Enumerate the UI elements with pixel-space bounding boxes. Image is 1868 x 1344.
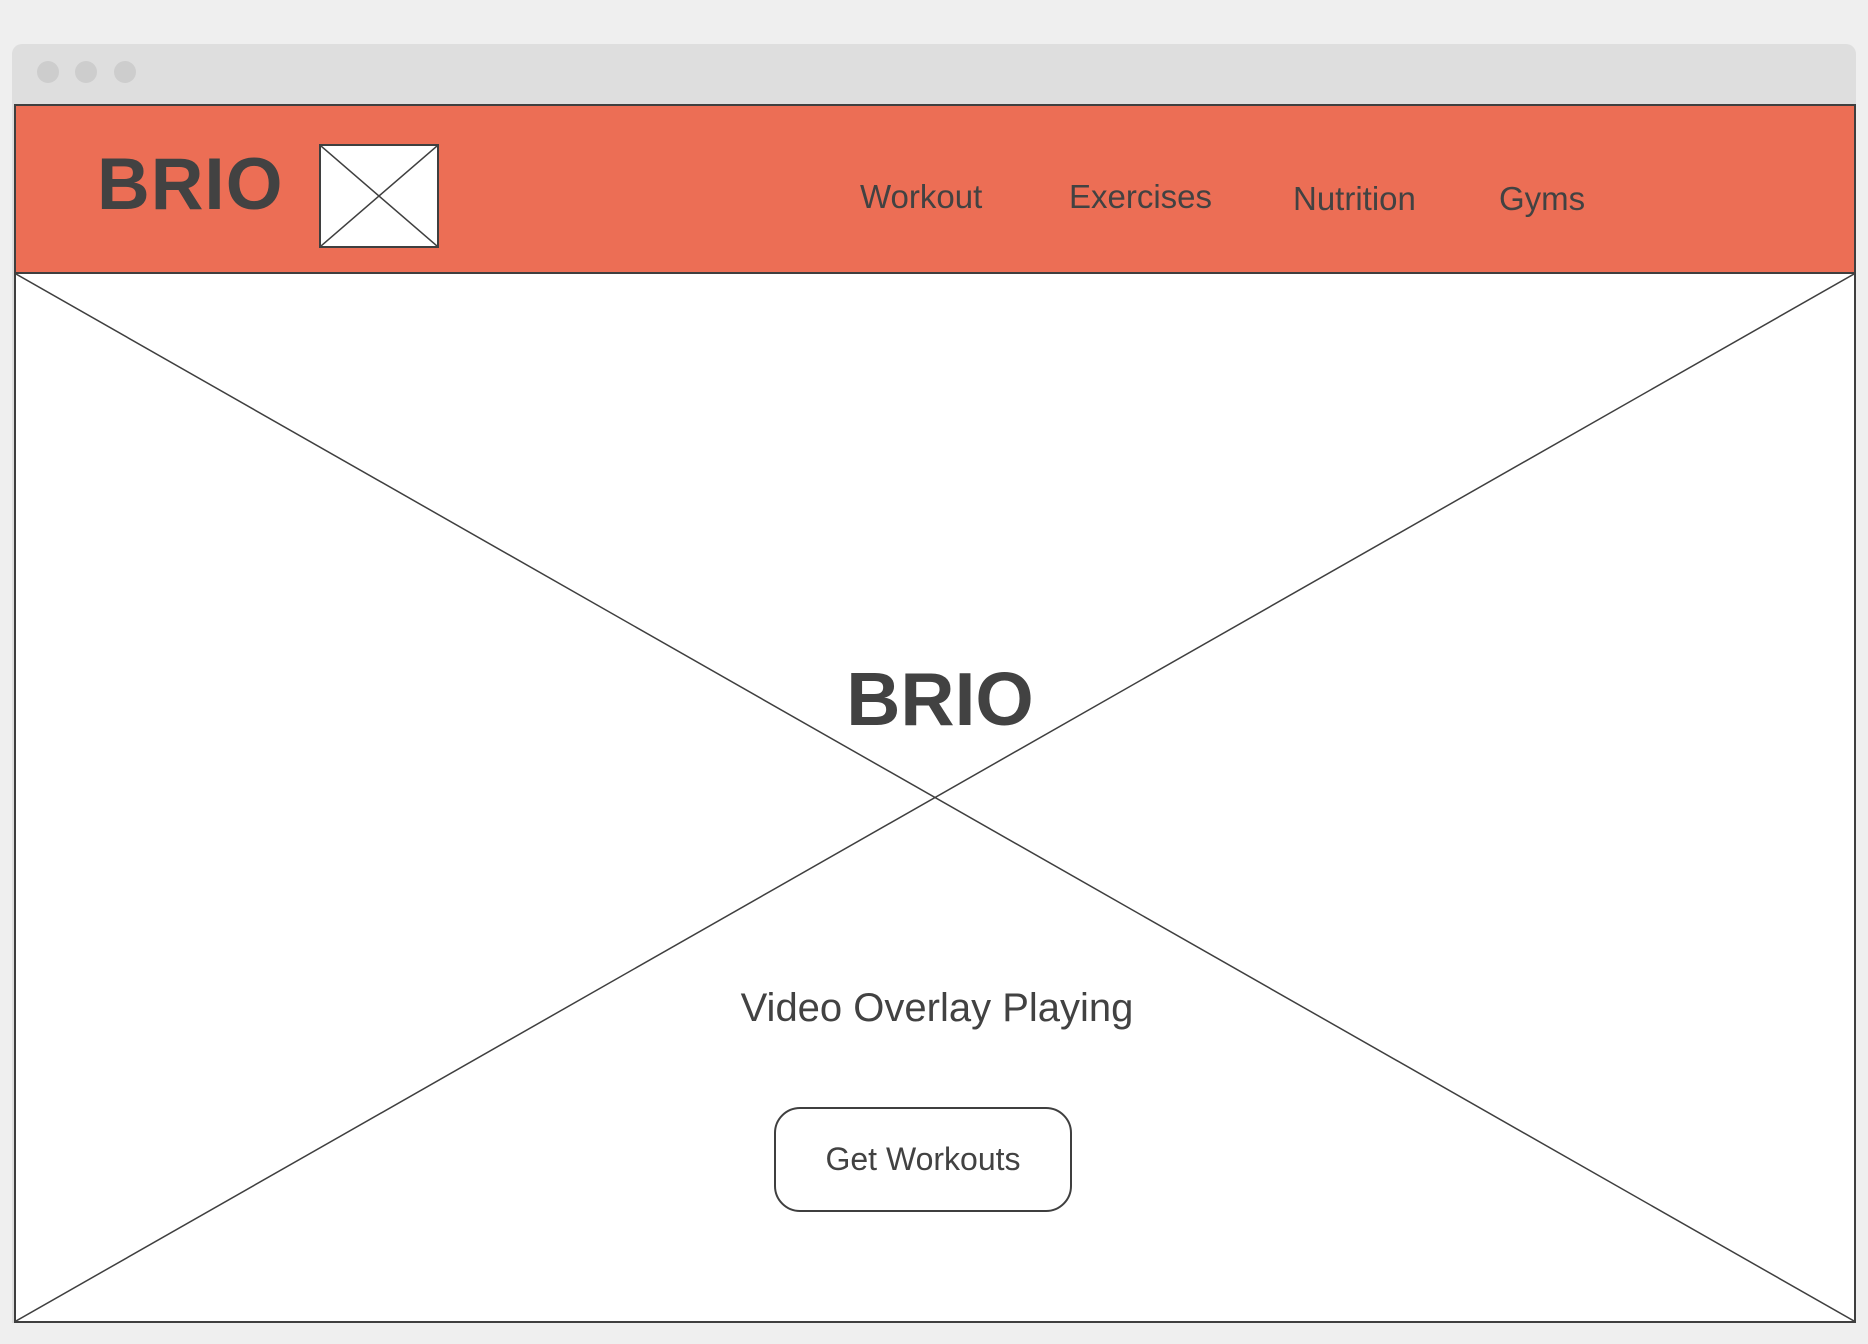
brand-name[interactable]: BRIO bbox=[97, 148, 284, 221]
window-control-dot[interactable] bbox=[37, 61, 59, 83]
logo-placeholder-graphic bbox=[321, 146, 437, 246]
window-control-dot[interactable] bbox=[75, 61, 97, 83]
window-control-dot[interactable] bbox=[114, 61, 136, 83]
hero-title: BRIO bbox=[846, 657, 1034, 741]
hero-video-area: BRIO Video Overlay Playing Get Workouts bbox=[14, 274, 1856, 1323]
nav-link-workout[interactable]: Workout bbox=[860, 180, 982, 213]
image-placeholder-icon[interactable] bbox=[319, 144, 439, 248]
nav-link-nutrition[interactable]: Nutrition bbox=[1293, 182, 1416, 215]
nav-link-gyms[interactable]: Gyms bbox=[1499, 182, 1585, 215]
hero-subtitle: Video Overlay Playing bbox=[740, 986, 1134, 1030]
site-header: BRIO Workout Exercises Nutrition Gyms bbox=[14, 104, 1856, 274]
nav-link-exercises[interactable]: Exercises bbox=[1069, 180, 1212, 213]
get-workouts-button[interactable]: Get Workouts bbox=[774, 1107, 1072, 1212]
